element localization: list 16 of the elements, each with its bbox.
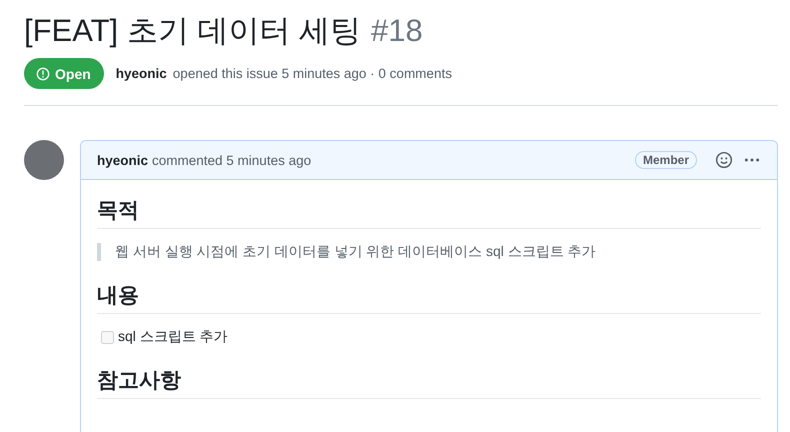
section-heading: 내용 (97, 281, 761, 314)
comment-meta: commented 5 minutes ago (152, 152, 312, 168)
smiley-icon[interactable] (715, 151, 733, 169)
author-link[interactable]: hyeonic (97, 152, 148, 168)
section-heading: 참고사항 (97, 366, 761, 399)
blockquote: 웹 서버 실행 시점에 초기 데이터를 넣기 위한 데이터베이스 sql 스크립트 추가 (97, 243, 761, 261)
author-link[interactable]: hyeonic (116, 66, 167, 81)
issue-number: #18 (371, 12, 423, 50)
role-badge: Member (634, 151, 697, 169)
avatar (24, 140, 64, 180)
issue-title: [FEAT] 초기 데이터 세팅 (24, 12, 361, 50)
alert-circle-icon (36, 66, 50, 80)
section-heading: 목적 (97, 196, 761, 229)
status-badge: Open (24, 58, 104, 89)
issue-summary: opened this issue 5 minutes ago · 0 comments (172, 66, 452, 81)
task-label: sql 스크립트 추가 (118, 328, 228, 346)
